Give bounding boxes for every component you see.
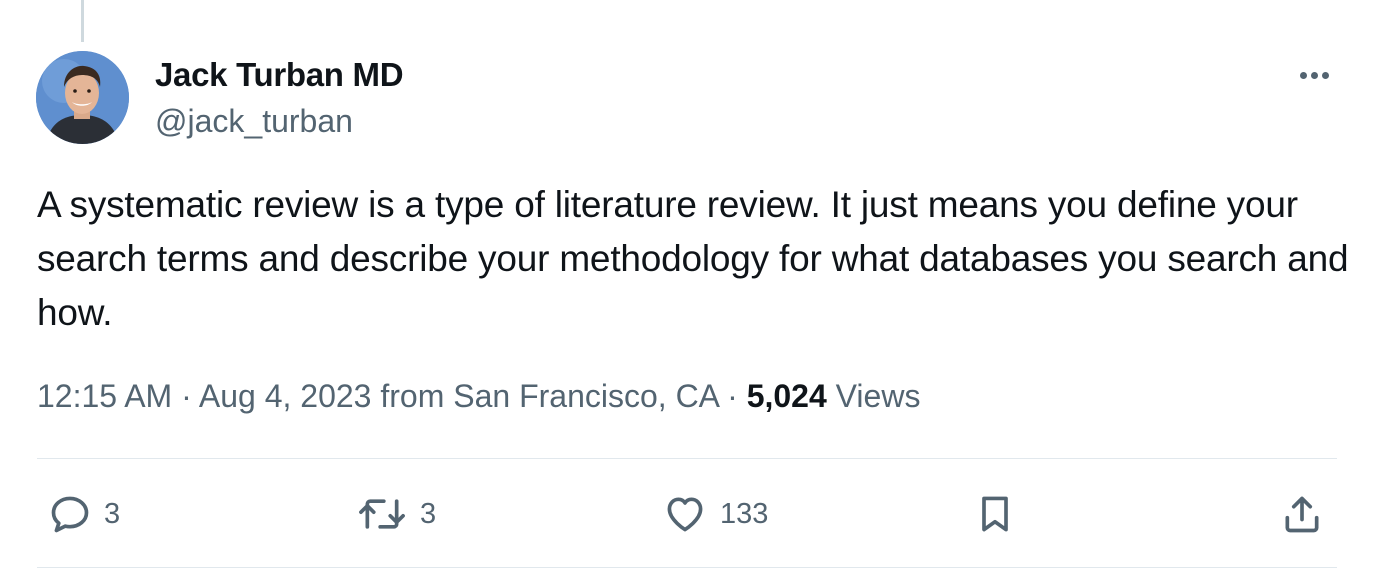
tweet-meta: 12:15 AM · Aug 4, 2023 from San Francisc… (37, 376, 920, 416)
like-button[interactable]: 133 (662, 492, 768, 536)
thread-connector-line (81, 0, 84, 42)
divider-top (37, 458, 1337, 459)
tweet-timestamp[interactable]: 12:15 AM · Aug 4, 2023 from San Francisc… (37, 378, 747, 414)
reply-count: 3 (104, 498, 121, 530)
avatar-image (36, 51, 129, 144)
retweet-count: 3 (420, 498, 437, 530)
divider-bottom (37, 567, 1337, 568)
author-display-name[interactable]: Jack Turban MD (155, 56, 404, 94)
retweet-icon (359, 499, 405, 529)
more-icon-dot (1322, 72, 1329, 79)
bookmark-button[interactable] (973, 492, 1017, 536)
more-icon (1300, 72, 1307, 79)
more-icon-dot (1311, 72, 1318, 79)
tweet-text: A systematic review is a type of literat… (37, 184, 1349, 333)
avatar[interactable] (36, 51, 129, 144)
author-handle[interactable]: @jack_turban (155, 102, 353, 140)
retweet-button[interactable]: 3 (356, 492, 436, 536)
share-icon (1285, 496, 1319, 533)
share-button[interactable] (1280, 492, 1324, 536)
reply-button[interactable]: 3 (48, 492, 120, 536)
heart-icon (667, 497, 703, 532)
more-options-button[interactable] (1290, 60, 1340, 90)
reply-icon (51, 496, 89, 533)
bookmark-icon (982, 496, 1008, 532)
views-label: Views (826, 378, 921, 414)
like-count: 133 (720, 498, 769, 530)
views-count: 5,024 (746, 378, 827, 414)
